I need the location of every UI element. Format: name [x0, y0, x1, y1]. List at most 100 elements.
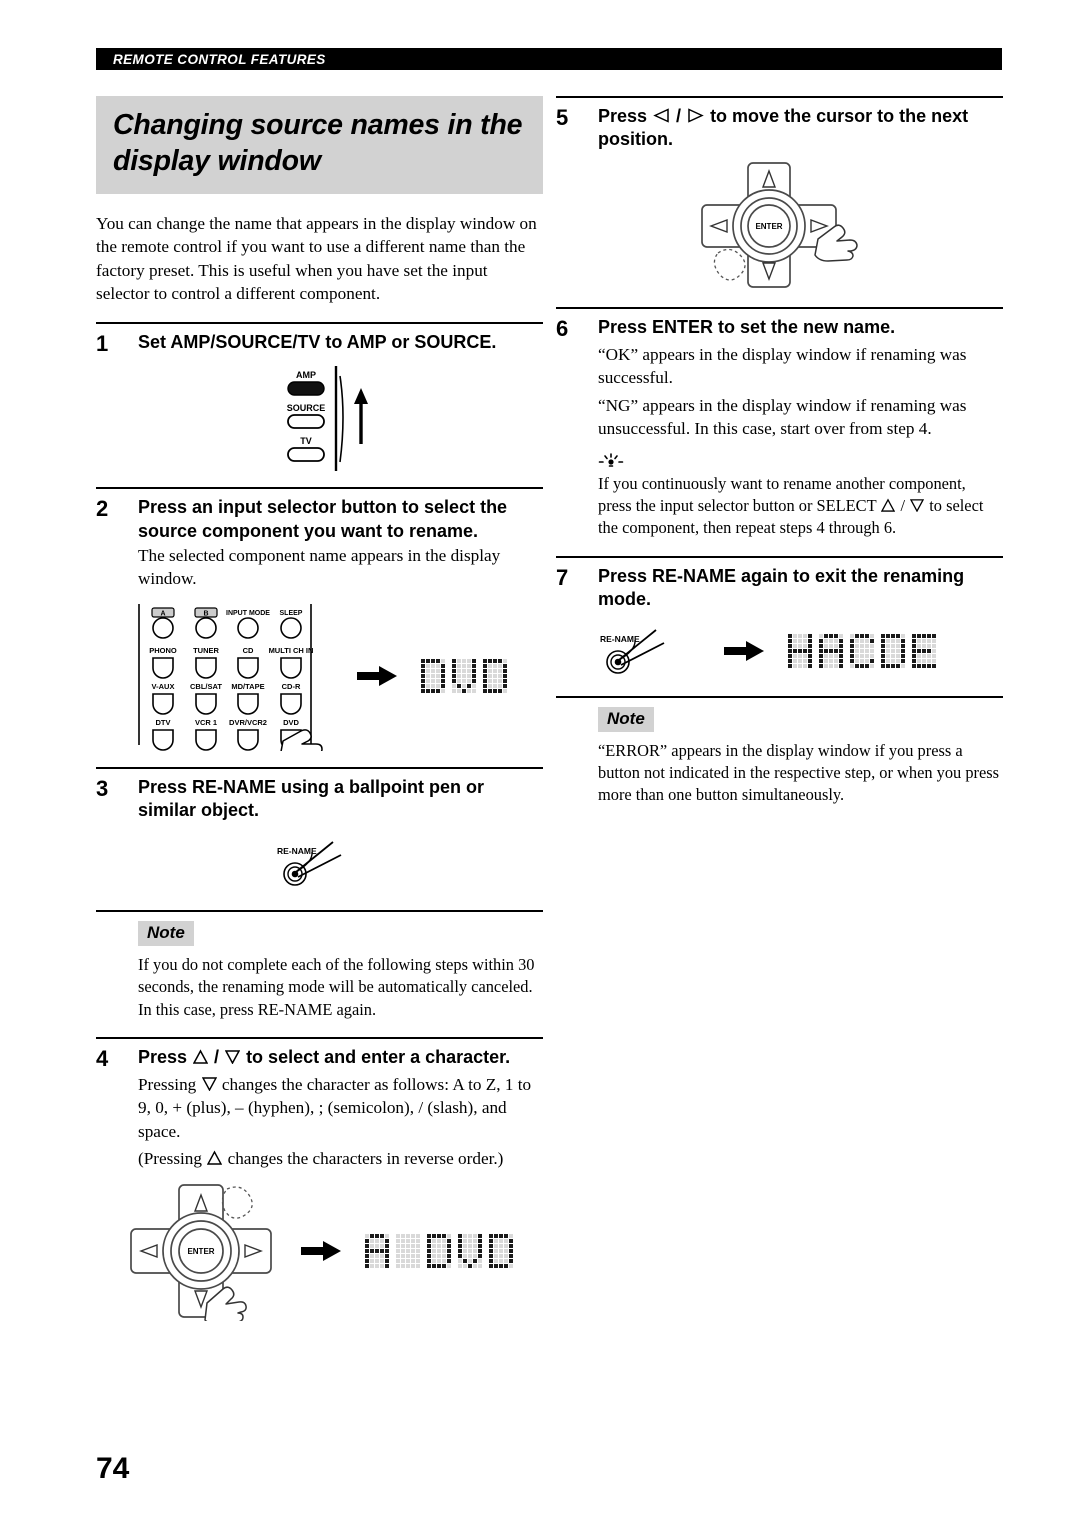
note-text-right: “ERROR” appears in the display window if…	[598, 740, 1000, 805]
step-5: 5 Press / to move the cursor to the next…	[556, 96, 1003, 291]
step-3: 3 Press RE-NAME using a ballpoint pen or…	[96, 766, 543, 894]
step-1: 1 Set AMP/SOURCE/TV to AMP or SOURCE. AM…	[96, 321, 543, 472]
page-title: Changing source names in the display win…	[113, 109, 523, 178]
flow-arrow-icon	[724, 640, 764, 661]
step-5-title: Press / to move the cursor to the next p…	[598, 105, 1003, 151]
lcd-character	[420, 658, 445, 693]
cursor-pad-up-illustration: ENTER	[129, 1184, 272, 1321]
step-2-number: 2	[96, 496, 109, 522]
step-2: 2 Press an input selector button to sele…	[96, 487, 543, 751]
tip-block: If you continuously want to rename anoth…	[556, 453, 1003, 540]
step-6-number: 6	[556, 316, 569, 342]
figure-cursor-pad-step5: ENTER	[556, 161, 1003, 291]
lcd-character	[457, 1233, 482, 1268]
tip-bulb-icon	[598, 453, 1003, 471]
figure-rename-exit: RE-NAME	[556, 622, 1003, 680]
step-4-title-pre: Press	[138, 1047, 193, 1068]
step-6-body-line1: “OK” appears in the display window if re…	[598, 344, 967, 388]
note-block-left: Note If you do not complete each of the …	[96, 910, 543, 1021]
down-triangle-icon	[201, 1076, 217, 1091]
cursor-pad-right-illustration: ENTER	[700, 162, 858, 289]
right-column: 5 Press / to move the cursor to the next…	[556, 96, 1003, 823]
lcd-character	[395, 1233, 420, 1268]
flow-arrow-icon	[356, 665, 397, 686]
step-4-body-line1-pre: Pressing	[138, 1074, 201, 1094]
svg-text:TV: TV	[300, 436, 312, 446]
section-intro-paragraph: You can change the name that appears in …	[96, 213, 537, 304]
figure-input-selector: A B INPUT MODE SLEEP PHONO TUNER CD MULT…	[96, 601, 543, 751]
lcd-character	[451, 658, 476, 693]
page-number: 74	[96, 1452, 130, 1485]
step-4-body-line2: (Pressing changes the characters in reve…	[138, 1147, 543, 1170]
down-triangle-icon	[910, 498, 925, 513]
running-head-bar: REMOTE CONTROL FEATURES	[96, 48, 1002, 70]
step-7-title: Press RE-NAME again to exit the renaming…	[598, 566, 965, 610]
step-4-number: 4	[96, 1046, 109, 1072]
step-1-number: 1	[96, 330, 109, 356]
step-5-title-mid: /	[671, 106, 687, 126]
flow-arrow-icon	[300, 1240, 341, 1261]
lcd-character	[482, 658, 507, 693]
step-6-body-line2: “NG” appears in the display window if re…	[598, 395, 967, 439]
rename-label: RE-NAME	[277, 846, 317, 856]
tip-text: If you continuously want to rename anoth…	[598, 473, 1003, 540]
step-2-body: The selected component name appears in t…	[138, 545, 501, 589]
enter-label: ENTER	[755, 222, 782, 231]
down-triangle-icon	[225, 1049, 241, 1065]
svg-text:B: B	[203, 610, 208, 617]
lcd-display-step4	[364, 1233, 513, 1268]
step-6-title: Press ENTER to set the new name.	[598, 317, 896, 338]
svg-text:DVD: DVD	[283, 718, 299, 727]
step-4-title-post: to select and enter a character.	[241, 1047, 511, 1068]
up-triangle-icon	[881, 498, 896, 512]
lcd-display-step7	[788, 633, 936, 668]
running-head-text: REMOTE CONTROL FEATURES	[113, 51, 326, 67]
step-4-body-line2-pre: (Pressing	[138, 1149, 207, 1169]
svg-text:AMP: AMP	[296, 370, 316, 380]
svg-text:MULTI CH IN: MULTI CH IN	[268, 646, 313, 655]
step-5-title-pre: Press	[598, 106, 653, 126]
svg-text:SLEEP: SLEEP	[279, 610, 302, 617]
lcd-character	[788, 633, 812, 668]
section-title-band: Changing source names in the display win…	[96, 96, 543, 194]
figure-mode-switch: AMP SOURCE TV	[96, 366, 543, 472]
step-2-title: Press an input selector button to select…	[138, 497, 508, 541]
step-4-title-mid: /	[209, 1047, 225, 1068]
step-4-body-line2-post: changes the characters in reverse order.…	[223, 1149, 504, 1169]
svg-text:CD: CD	[242, 646, 253, 655]
step-6: 6 Press ENTER to set the new name. “OK” …	[556, 307, 1003, 539]
svg-text:A: A	[160, 610, 165, 617]
lcd-character	[364, 1233, 389, 1268]
note-tag-right: Note	[598, 706, 654, 732]
step-3-number: 3	[96, 775, 109, 801]
tip-text-mid: /	[896, 496, 910, 516]
lcd-character	[850, 633, 874, 668]
svg-text:VCR 1: VCR 1	[194, 718, 216, 727]
svg-text:MD/TAPE: MD/TAPE	[231, 682, 264, 691]
step-5-number: 5	[556, 105, 569, 130]
svg-text:CBL/SAT: CBL/SAT	[190, 682, 222, 691]
rename-label: RE-NAME	[600, 634, 640, 644]
up-triangle-icon	[207, 1150, 223, 1166]
svg-text:V-AUX: V-AUX	[151, 682, 174, 691]
rename-pen-illustration: RE-NAME	[277, 841, 341, 886]
step-3-title: Press RE-NAME using a ballpoint pen or s…	[138, 776, 485, 820]
lcd-character	[819, 633, 843, 668]
svg-text:INPUT MODE: INPUT MODE	[226, 610, 270, 617]
enter-label: ENTER	[187, 1247, 214, 1256]
left-triangle-icon	[653, 108, 670, 123]
left-column: Changing source names in the display win…	[96, 96, 543, 1327]
step-4-body-line1: Pressing changes the character as follow…	[138, 1073, 543, 1143]
mode-switch-illustration: AMP SOURCE TV	[286, 366, 368, 472]
svg-text:DVR/VCR2: DVR/VCR2	[229, 718, 267, 727]
note-tag-left: Note	[138, 921, 194, 947]
step-7: 7 Press RE-NAME again to exit the renami…	[556, 556, 1003, 679]
lcd-character	[881, 633, 905, 668]
step-4: 4 Press / to select and enter a characte…	[96, 1037, 543, 1321]
lcd-character	[912, 633, 936, 668]
note-block-right: Note “ERROR” appears in the display wind…	[556, 695, 1003, 807]
lcd-display-step2	[420, 658, 507, 693]
step-1-title: Set AMP/SOURCE/TV to AMP or SOURCE.	[138, 331, 497, 352]
svg-text:TUNER: TUNER	[193, 646, 219, 655]
step-4-title: Press / to select and enter a character.	[138, 1046, 543, 1069]
